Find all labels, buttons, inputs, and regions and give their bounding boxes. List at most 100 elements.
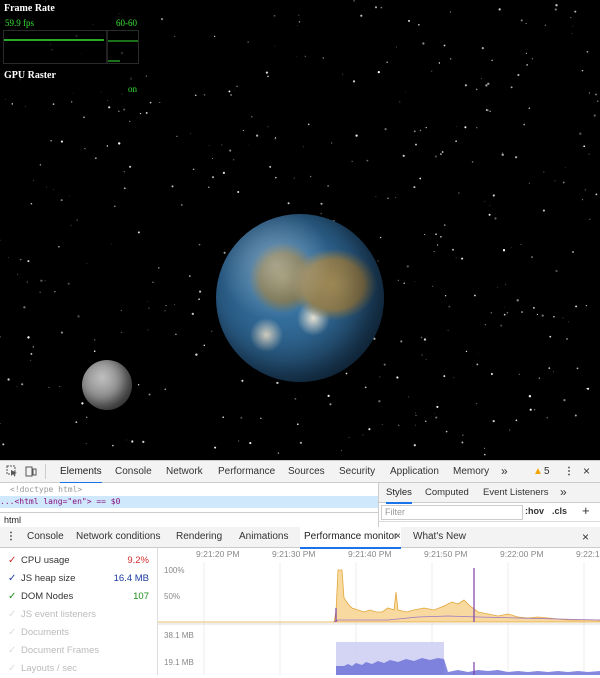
devtools-main-tabbar: Elements Console Network Performance Sou… bbox=[0, 461, 600, 483]
star bbox=[399, 101, 400, 102]
tab-computed[interactable]: Computed bbox=[425, 483, 469, 502]
tab-console[interactable]: Console bbox=[115, 461, 152, 482]
tab-security[interactable]: Security bbox=[339, 461, 375, 482]
star bbox=[204, 345, 205, 346]
star bbox=[589, 219, 590, 220]
star bbox=[575, 415, 577, 417]
star bbox=[61, 199, 63, 201]
check-icon[interactable]: ✓ bbox=[8, 624, 16, 642]
drawer-menu-icon[interactable]: ⋮ bbox=[6, 527, 16, 547]
tab-application[interactable]: Application bbox=[390, 461, 439, 482]
html-node-selected[interactable]: ...<html lang="en"> == $0 bbox=[0, 496, 378, 508]
star bbox=[543, 171, 544, 172]
star bbox=[491, 60, 492, 61]
fps-meter: Frame Rate 59.9 fps 60-60 GPU Raster on bbox=[0, 0, 140, 96]
drawer-tab-network-conditions[interactable]: Network conditions bbox=[76, 527, 160, 547]
check-icon[interactable]: ✓ bbox=[8, 588, 16, 606]
star bbox=[458, 192, 459, 193]
star bbox=[83, 116, 85, 118]
star bbox=[583, 145, 585, 147]
check-icon[interactable]: ✓ bbox=[8, 606, 16, 624]
add-rule-icon[interactable]: + bbox=[582, 503, 590, 518]
star bbox=[124, 171, 125, 172]
star bbox=[212, 176, 214, 178]
star bbox=[426, 359, 427, 360]
hov-toggle[interactable]: :hov bbox=[525, 506, 544, 516]
styles-tabbar: Styles Computed Event Listeners » bbox=[379, 483, 600, 503]
close-tab-icon[interactable]: × bbox=[395, 527, 401, 547]
device-toolbar-icon[interactable] bbox=[25, 465, 37, 480]
star bbox=[248, 41, 249, 42]
metric-dom-nodes[interactable]: ✓ DOM Nodes 107 bbox=[0, 588, 157, 606]
star bbox=[380, 237, 382, 239]
tab-event-listeners[interactable]: Event Listeners bbox=[483, 483, 548, 502]
warning-count[interactable]: 5 bbox=[544, 461, 550, 482]
star bbox=[208, 186, 210, 188]
star bbox=[199, 291, 201, 293]
breadcrumb[interactable]: html bbox=[0, 512, 378, 527]
styles-filter-input[interactable]: Filter bbox=[381, 505, 523, 520]
webgl-canvas[interactable]: Frame Rate 59.9 fps 60-60 GPU Raster on bbox=[0, 0, 600, 460]
metric-value: 9.2% bbox=[127, 552, 149, 570]
star bbox=[555, 180, 556, 181]
more-tabs-button[interactable]: » bbox=[501, 461, 508, 482]
drawer-tab-performance-monitor[interactable]: Performance monitor bbox=[300, 527, 401, 549]
star bbox=[164, 388, 166, 390]
star bbox=[27, 282, 28, 283]
star bbox=[521, 19, 523, 21]
doctype-node[interactable]: <!doctype html> bbox=[10, 485, 82, 494]
drawer-tab-animations[interactable]: Animations bbox=[239, 527, 288, 547]
metric-js-event-listeners[interactable]: ✓ JS event listeners bbox=[0, 606, 157, 624]
time-tick: 9:21:20 PM bbox=[196, 549, 239, 559]
metric-js-heap-size[interactable]: ✓ JS heap size 16.4 MB bbox=[0, 570, 157, 588]
metric-documents[interactable]: ✓ Documents bbox=[0, 624, 157, 642]
tab-elements[interactable]: Elements bbox=[60, 461, 102, 484]
star bbox=[48, 387, 49, 388]
star bbox=[436, 406, 438, 408]
metric-layouts-per-sec[interactable]: ✓ Layouts / sec bbox=[0, 660, 157, 678]
check-icon[interactable]: ✓ bbox=[8, 642, 16, 660]
tab-styles[interactable]: Styles bbox=[386, 483, 412, 504]
star bbox=[489, 111, 490, 112]
warning-icon[interactable]: ▲ bbox=[533, 461, 543, 482]
metric-label: Layouts / sec bbox=[21, 660, 77, 678]
star bbox=[448, 330, 449, 331]
star bbox=[434, 413, 435, 414]
star bbox=[415, 144, 417, 146]
star bbox=[320, 203, 322, 205]
star bbox=[517, 299, 519, 301]
star bbox=[331, 143, 332, 144]
star bbox=[327, 185, 329, 187]
check-icon[interactable]: ✓ bbox=[8, 660, 16, 678]
star bbox=[444, 224, 446, 226]
star bbox=[456, 258, 457, 259]
star bbox=[465, 84, 467, 86]
close-devtools-icon[interactable]: × bbox=[583, 461, 590, 482]
star bbox=[352, 161, 353, 162]
cls-toggle[interactable]: .cls bbox=[552, 506, 567, 516]
metric-cpu-usage[interactable]: ✓ CPU usage 9.2% bbox=[0, 552, 157, 570]
drawer-tab-rendering[interactable]: Rendering bbox=[176, 527, 222, 547]
tab-performance[interactable]: Performance bbox=[218, 461, 275, 482]
star bbox=[380, 377, 381, 378]
drawer-tab-whats-new[interactable]: What's New bbox=[413, 527, 466, 547]
tab-memory[interactable]: Memory bbox=[453, 461, 489, 482]
star bbox=[530, 409, 532, 411]
star bbox=[476, 363, 478, 365]
close-drawer-icon[interactable]: × bbox=[582, 527, 589, 547]
star bbox=[419, 178, 421, 180]
styles-more-button[interactable]: » bbox=[560, 483, 567, 502]
tab-network[interactable]: Network bbox=[166, 461, 203, 482]
kebab-menu-icon[interactable]: ⋮ bbox=[564, 461, 574, 482]
star bbox=[40, 280, 42, 282]
check-icon[interactable]: ✓ bbox=[8, 552, 16, 570]
star bbox=[507, 312, 509, 314]
drawer-tab-console[interactable]: Console bbox=[27, 527, 64, 547]
star bbox=[500, 325, 502, 327]
check-icon[interactable]: ✓ bbox=[8, 570, 16, 588]
star bbox=[493, 194, 495, 196]
metric-document-frames[interactable]: ✓ Document Frames bbox=[0, 642, 157, 660]
inspect-element-icon[interactable] bbox=[6, 465, 18, 480]
star bbox=[455, 140, 457, 142]
tab-sources[interactable]: Sources bbox=[288, 461, 325, 482]
